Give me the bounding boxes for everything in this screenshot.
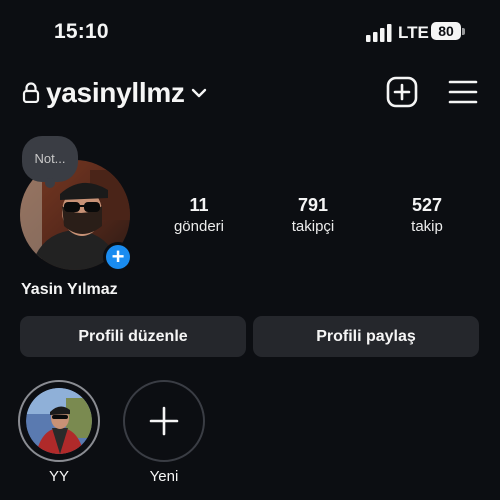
note-bubble[interactable]: Not...	[22, 136, 78, 182]
battery-icon	[462, 28, 465, 35]
lock-icon	[22, 82, 40, 103]
stat-posts-value: 11	[189, 195, 209, 215]
battery-level: 80	[431, 22, 461, 40]
note-bubble-tail	[45, 178, 55, 188]
highlight-yy[interactable]	[18, 380, 100, 462]
add-square-icon[interactable]	[386, 76, 418, 108]
network-type: LTE	[398, 23, 429, 42]
stat-posts[interactable]: 11 gönderi	[149, 195, 249, 235]
profile-full-name: Yasin Yılmaz	[21, 281, 118, 298]
share-profile-button[interactable]: Profili paylaş	[253, 316, 479, 357]
highlight-yy-label: YY	[48, 468, 69, 485]
stat-followers[interactable]: 791 takipçi	[263, 195, 363, 235]
stat-following[interactable]: 527 takip	[377, 195, 477, 235]
plus-icon	[149, 406, 179, 436]
chevron-down-icon[interactable]	[190, 86, 208, 100]
new-highlight-label: Yeni	[149, 468, 179, 485]
stat-posts-label: gönderi	[173, 218, 225, 235]
stat-following-label: takip	[411, 218, 443, 235]
signal-icon	[366, 24, 392, 42]
highlight-yy-image	[26, 388, 92, 454]
new-highlight-button[interactable]	[123, 380, 205, 462]
add-story-button[interactable]: +	[106, 245, 130, 269]
stat-following-value: 527	[411, 195, 443, 215]
stat-followers-value: 791	[297, 195, 329, 215]
status-time: 15:10	[54, 20, 109, 43]
profile-username[interactable]: yasinyllmz	[46, 77, 185, 109]
edit-profile-button[interactable]: Profili düzenle	[20, 316, 246, 357]
menu-icon[interactable]	[448, 79, 478, 105]
stat-followers-label: takipçi	[291, 218, 335, 235]
